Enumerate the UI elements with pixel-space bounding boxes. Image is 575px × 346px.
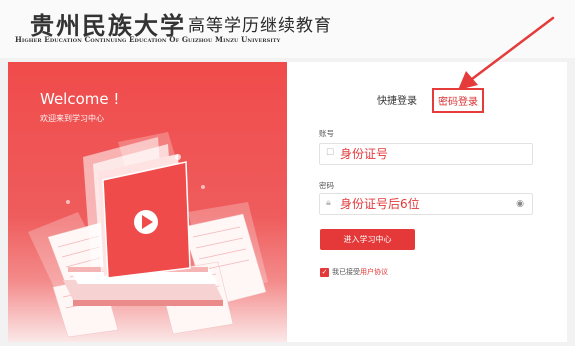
password-input[interactable] — [340, 194, 510, 214]
site-title-cn: 高等学历继续教育 — [188, 16, 332, 36]
eye-icon[interactable]: ◉ — [516, 199, 524, 209]
login-button[interactable]: 进入学习中心 — [320, 229, 415, 250]
agree-text: 我已接受 — [332, 268, 360, 276]
promo-panel: Welcome ! 欢迎来到学习中心 — [8, 62, 287, 342]
tab-quick-login[interactable]: 快捷登录 — [377, 92, 417, 107]
user-icon: ☐ — [326, 148, 335, 158]
user-agreement-link[interactable]: 用户协议 — [360, 268, 388, 276]
check-icon[interactable]: ✓ — [320, 267, 329, 277]
login-card: Welcome ! 欢迎来到学习中心 快捷登录 密码登录 账号 ☐ 密码 🔒︎ … — [8, 62, 567, 342]
welcome-subtitle: 欢迎来到学习中心 — [40, 114, 104, 123]
account-label: 账号 — [319, 129, 334, 138]
lock-icon: 🔒︎ — [326, 198, 331, 208]
account-field[interactable]: ☐ — [319, 143, 533, 165]
password-label: 密码 — [319, 181, 334, 190]
agreement-row: ✓ 我已接受用户协议 — [320, 267, 388, 277]
tab-password-login[interactable]: 密码登录 — [432, 88, 484, 113]
site-header: 贵州民族大学 高等学历继续教育 Higher Education Continu… — [0, 0, 575, 58]
password-field[interactable]: 🔒︎ ◉ — [319, 193, 533, 215]
welcome-title: Welcome ! — [40, 90, 120, 108]
site-title-en: Higher Education Continuing Education Of… — [15, 35, 281, 44]
account-input[interactable] — [340, 144, 510, 164]
login-form: 快捷登录 密码登录 账号 ☐ 密码 🔒︎ ◉ 进入学习中心 ✓我已接受用户协议 — [287, 62, 567, 342]
